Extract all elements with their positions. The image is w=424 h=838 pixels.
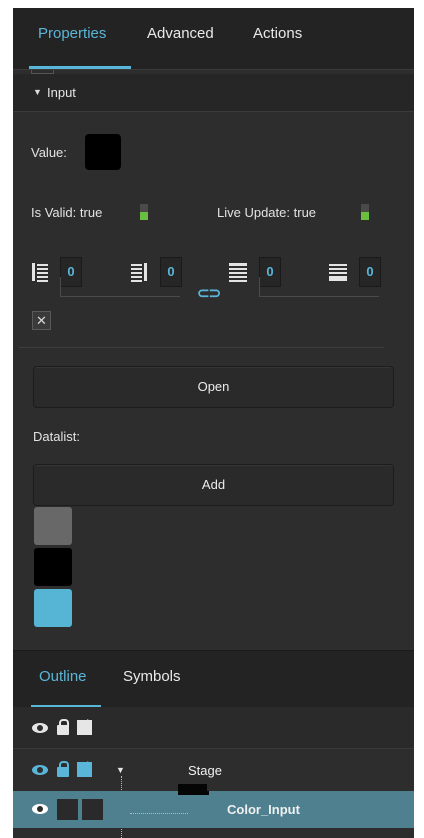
tree-node-label: Color_Input [227,802,300,817]
live-update-label: Live Update: true [217,205,316,220]
outline-toolbar [13,707,414,749]
reset-padding-button[interactable]: ✕ [32,311,51,330]
edit-toggle[interactable] [82,799,103,820]
live-update-value: true [293,205,317,220]
section-title: Input [47,85,76,100]
lock-icon[interactable] [57,761,69,777]
eye-icon[interactable] [32,723,48,733]
padding-right-input[interactable]: 0 [160,257,182,287]
datalist-swatch[interactable] [34,507,72,545]
tab-outline[interactable]: Outline [39,668,87,685]
value-color-swatch[interactable] [85,134,121,170]
datalist-swatch[interactable] [34,589,72,627]
tab-symbols[interactable]: Symbols [123,668,181,685]
lock-icon[interactable] [57,719,69,735]
padding-left-icon [32,263,48,282]
padding-bottom-input[interactable]: 0 [359,257,381,287]
tree-row-color-input[interactable]: Color_Input [13,791,414,828]
padding-bottom-icon [329,263,347,281]
datalist-swatch[interactable] [34,548,72,586]
value-label: Value: [31,145,67,160]
is-valid-label: Is Valid: true [31,205,102,220]
caret-down-icon: ▼ [33,87,42,97]
tab-actions[interactable]: Actions [253,25,302,42]
properties-panel: Properties Advanced Actions ▼ Input Valu… [13,8,414,838]
is-valid-text: Is Valid: [31,205,77,220]
outline-tabs: Outline Symbols [13,650,414,708]
tree-node-label: Stage [188,763,222,778]
add-button[interactable]: Add [33,464,394,506]
link-icon[interactable]: ⊂⊃ [197,284,221,302]
expand-caret-icon[interactable]: ▼ [116,765,125,775]
edit-icon[interactable] [77,762,92,777]
section-header-input[interactable]: ▼ Input [13,74,414,112]
live-update-text: Live Update: [217,205,290,220]
node-preview-chip [178,791,209,795]
active-tab-indicator [29,66,131,69]
open-button[interactable]: Open [33,366,394,408]
tab-advanced[interactable]: Advanced [147,25,214,42]
edit-icon[interactable] [77,720,92,735]
padding-right-icon [131,263,147,282]
divider [19,347,384,348]
stage-preview-chip [178,784,207,791]
lock-toggle[interactable] [57,799,78,820]
padding-top-icon [229,263,247,282]
is-valid-indicator-icon [140,204,148,220]
tab-properties[interactable]: Properties [38,25,106,42]
datalist-label: Datalist: [33,429,80,444]
tree-row-stage[interactable]: ▼ Stage [13,749,414,791]
eye-icon[interactable] [32,804,48,814]
tree-connector [130,813,188,814]
eye-icon[interactable] [32,765,48,775]
is-valid-value: true [79,205,103,220]
panel-tabs: Properties Advanced Actions [13,8,414,70]
live-update-indicator-icon[interactable] [361,204,369,220]
